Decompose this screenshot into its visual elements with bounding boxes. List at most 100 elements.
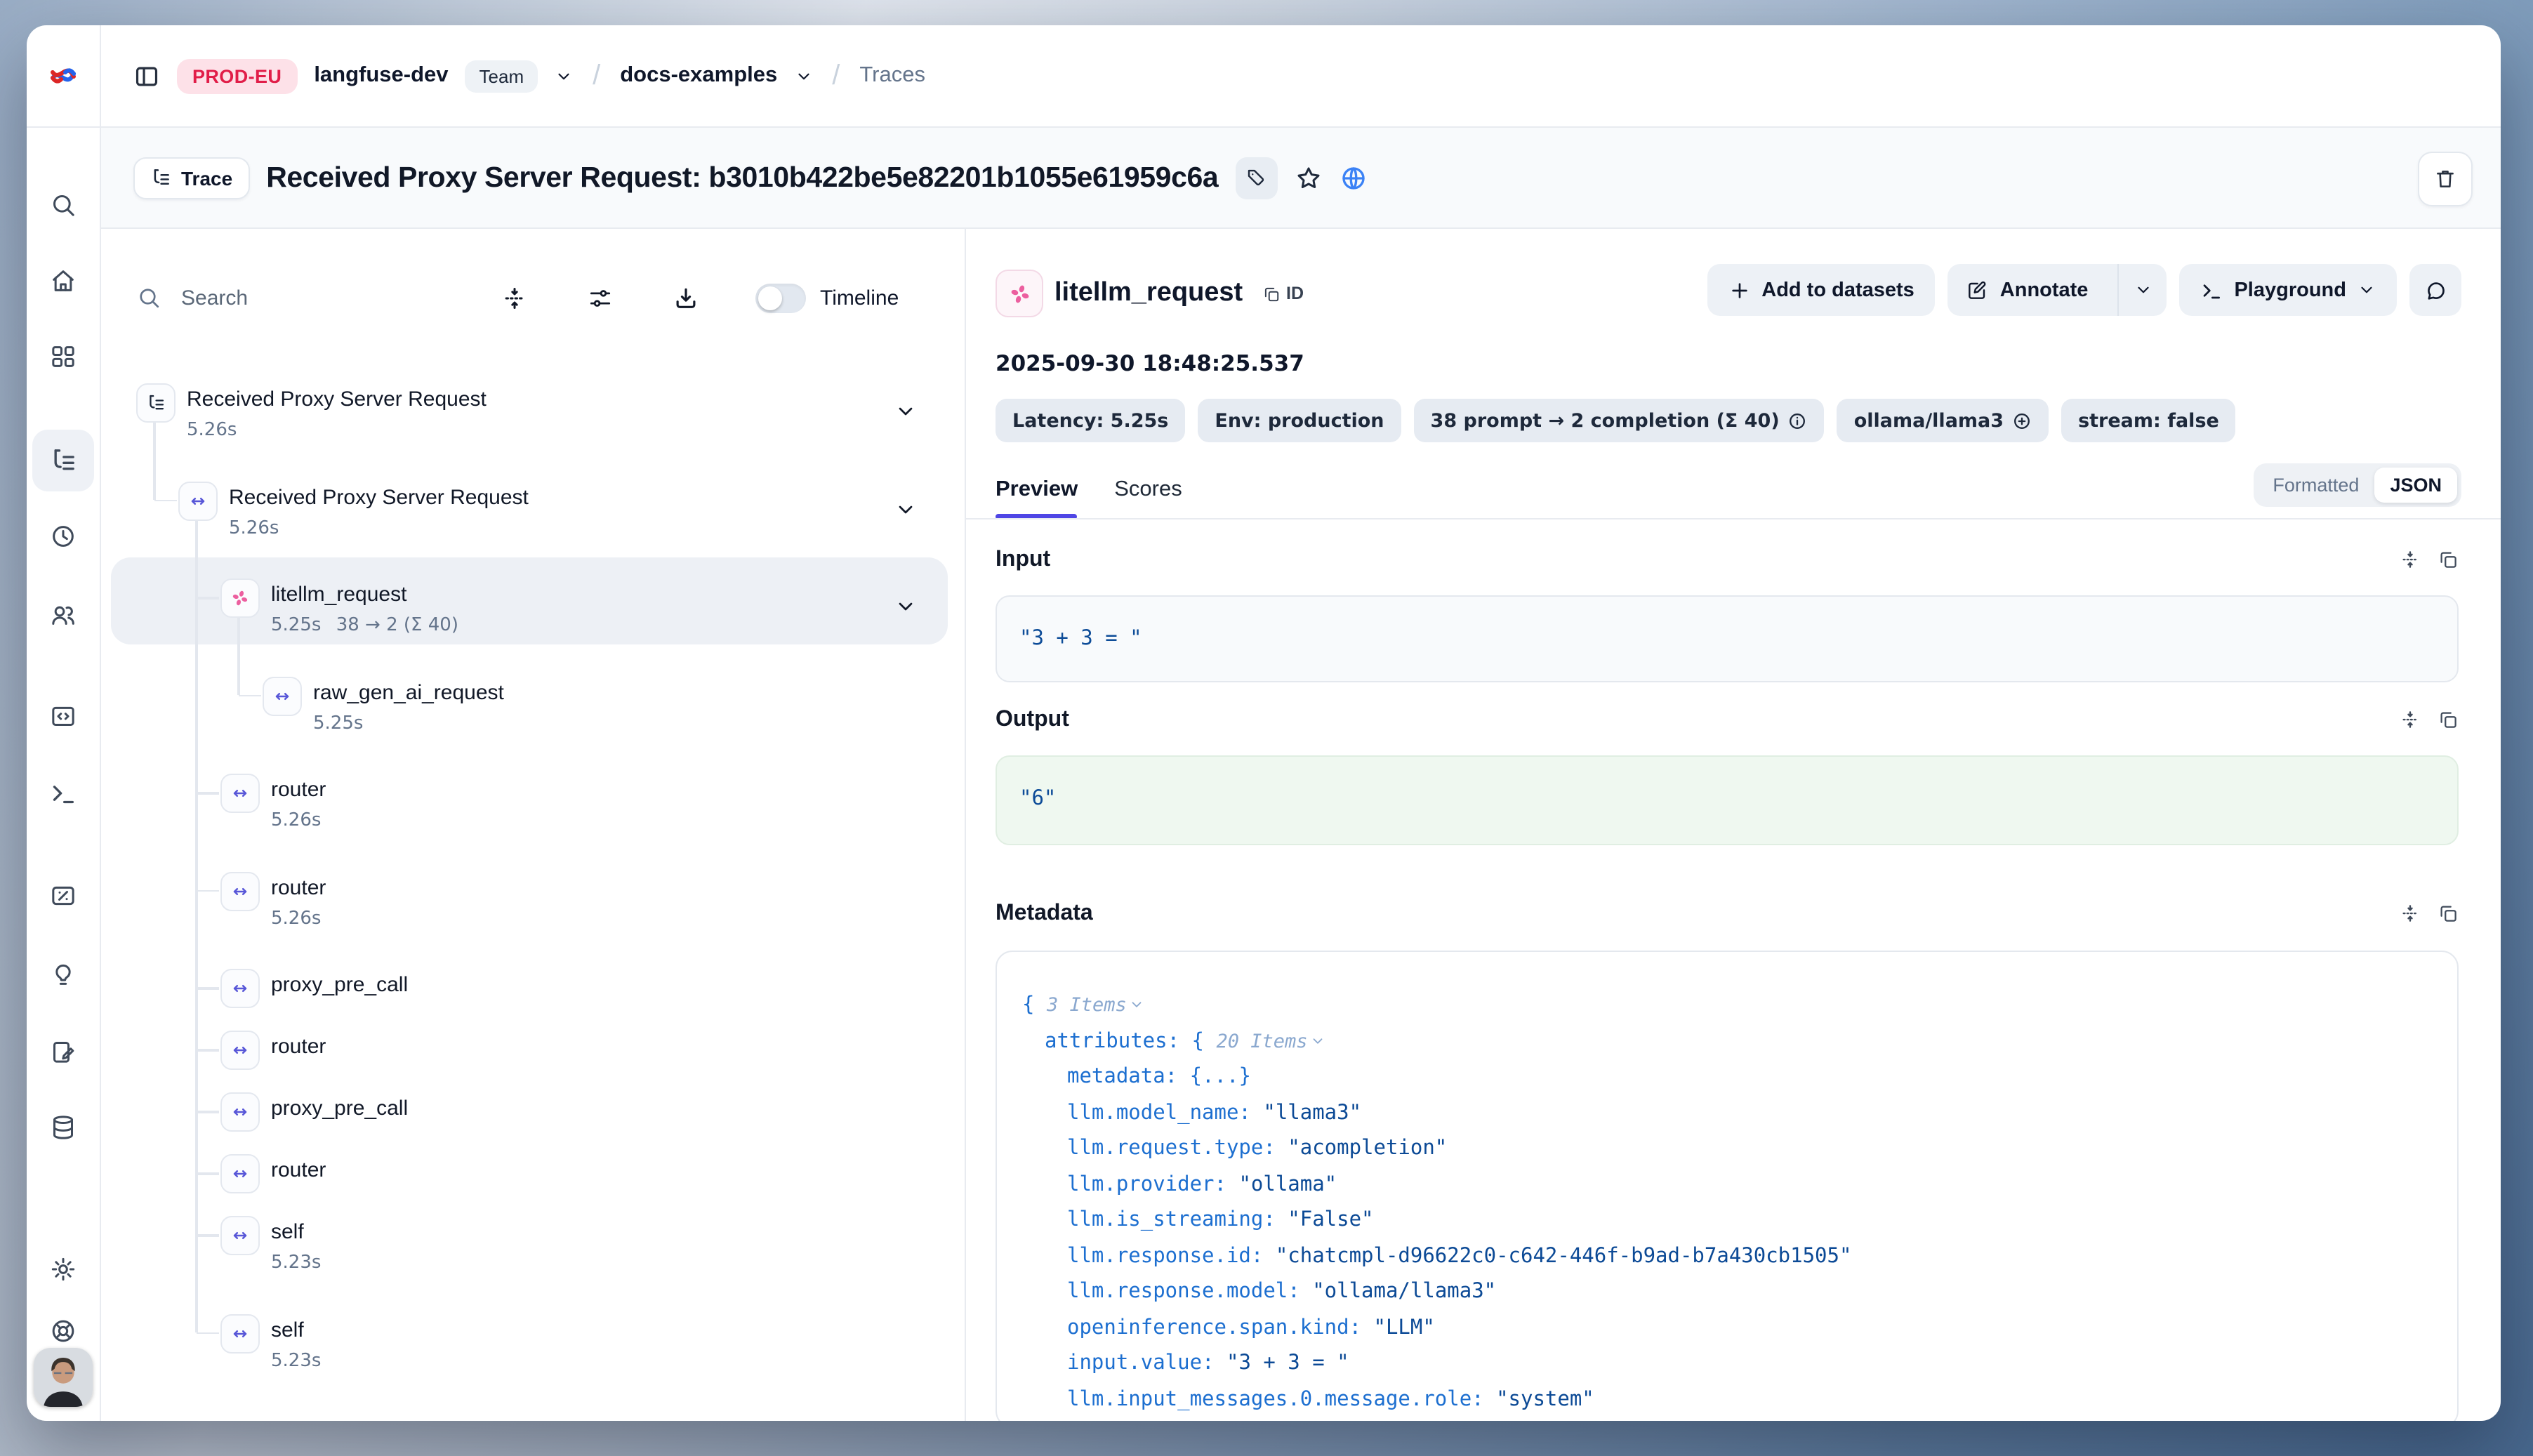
tag-icon [1245,167,1266,188]
collapse-icon[interactable] [2400,903,2421,924]
json-line: llm.input_messages.0.message.content: "Y… [1022,1418,2432,1421]
metric-badge[interactable]: Env: production [1198,399,1401,442]
copy-icon[interactable] [2438,709,2459,730]
metadata-json-viewer[interactable]: { 3 Itemsattributes: { 20 Itemsmetadata:… [996,951,2459,1421]
json-line: llm.response.model: "ollama/llama3" [1022,1275,2432,1311]
tree-item-label[interactable]: router [271,1035,326,1059]
project-name[interactable]: docs-examples [620,63,777,88]
json-brace: { [1022,994,1047,1017]
generation-node-icon [220,578,260,618]
org-name[interactable]: langfuse-dev [314,63,448,88]
tab-scores[interactable]: Scores [1114,477,1182,519]
tree-connector [197,1172,219,1174]
view-settings-icon[interactable] [587,284,614,311]
sidebar-item-prompts-file-code-icon[interactable] [49,702,77,730]
json-collapse-chevron-icon[interactable] [1311,1026,1326,1041]
collapse-icon[interactable] [2400,709,2421,730]
tree-item-label[interactable]: litellm_request [271,583,406,607]
tree-item-label[interactable]: router [271,1158,326,1182]
format-toggle: Formatted JSON [2253,463,2461,507]
pencil-square-icon [1966,279,1989,301]
output-value: "6" [1019,788,1056,810]
annotate-label: Annotate [2000,279,2089,301]
tree-item-label[interactable]: proxy_pre_call [271,1097,408,1120]
json-collapse-chevron-icon[interactable] [1130,990,1145,1005]
json-key: openinference.span.kind: [1067,1316,1374,1339]
tree-item-label[interactable]: raw_gen_ai_request [313,680,504,704]
annotate-button[interactable]: Annotate [1948,264,2167,316]
sidebar-item-support-lifebuoy-icon[interactable] [49,1317,77,1345]
public-globe-icon[interactable] [1339,164,1367,192]
metric-badge[interactable]: 38 prompt → 2 completion (Σ 40) [1414,399,1825,442]
sidebar-item-dashboard-grid-icon[interactable] [49,343,77,371]
tree-item-label[interactable]: self [271,1220,304,1244]
timeline-toggle[interactable] [755,283,806,312]
json-string-value: "chatcmpl-d96622c0-c642-446f-b9ad-b7a430… [1276,1245,1852,1267]
span-node-icon [220,969,260,1008]
sidebar-item-tracing-tree-icon[interactable] [49,446,77,475]
add-to-datasets-label: Add to datasets [1761,279,1914,301]
input-value: "3 + 3 = " [1019,628,1142,650]
playground-button[interactable]: Playground [2179,264,2397,316]
collapse-icon[interactable] [2400,549,2421,570]
span-node-icon [178,481,218,520]
comments-button[interactable] [2409,264,2461,316]
project-chevron-down-icon[interactable] [794,67,812,85]
search-input[interactable] [178,284,366,311]
metric-badge[interactable]: stream: false [2061,399,2236,442]
delete-trace-button[interactable] [2418,152,2473,206]
sidebar-item-search-icon[interactable] [49,191,77,219]
trace-node-icon [136,383,176,423]
add-to-datasets-button[interactable]: Add to datasets [1707,264,1936,316]
tree-item-label[interactable]: Received Proxy Server Request [229,485,529,509]
json-line: input.value: "3 + 3 = " [1022,1346,2432,1382]
metric-badge[interactable]: ollama/llama3 [1837,399,2049,442]
copy-icon[interactable] [2438,549,2459,570]
breadcrumb-section[interactable]: Traces [859,63,925,88]
tree-connector [237,618,239,694]
org-chevron-down-icon[interactable] [555,67,573,85]
breadcrumb-separator: / [590,60,603,92]
tree-item-label[interactable]: proxy_pre_call [271,973,408,997]
tree-item-label[interactable]: router [271,778,326,802]
sidebar-toggle-icon[interactable] [133,62,160,89]
langfuse-logo[interactable] [46,59,80,93]
user-avatar[interactable] [34,1348,93,1407]
span-node-icon [220,871,260,911]
metric-badge[interactable]: Latency: 5.25s [996,399,1185,442]
row-chevron-down-icon[interactable] [894,400,917,423]
collapse-all-icon[interactable] [501,284,528,311]
annotate-dropdown[interactable] [2117,264,2167,316]
generation-chip [996,270,1043,317]
tree-item-label[interactable]: self [271,1318,304,1342]
json-string-value: "3 + 3 = " [1226,1352,1349,1375]
row-chevron-down-icon[interactable] [894,595,917,618]
json-key: llm.request.type: [1067,1137,1288,1160]
sidebar-item-annotation-clipboard-icon[interactable] [49,1038,77,1066]
sidebar-item-datasets-database-icon[interactable] [49,1113,77,1141]
environment-badge[interactable]: PROD-EU [177,58,297,93]
format-option-formatted[interactable]: Formatted [2257,468,2374,503]
org-type-badge: Team [465,60,538,92]
tab-preview[interactable]: Preview [996,477,1078,519]
tag-button[interactable] [1235,157,1277,199]
sidebar-item-evals-percent-icon[interactable] [49,882,77,910]
format-option-json[interactable]: JSON [2374,468,2457,503]
bookmark-star-button[interactable] [1294,164,1322,192]
row-chevron-down-icon[interactable] [894,498,917,520]
sidebar-item-home-icon[interactable] [49,267,77,295]
tree-item-label[interactable]: Received Proxy Server Request [187,388,487,411]
sidebar-item-sessions-clock-icon[interactable] [49,522,77,550]
copy-icon[interactable] [2438,903,2459,924]
tree-connector [239,694,261,696]
tree-item-label[interactable]: router [271,875,326,899]
sidebar-item-users-icon[interactable] [49,601,77,629]
tree-connector [195,520,197,1332]
sidebar-item-playground-terminal-icon[interactable] [49,779,77,807]
sidebar-item-insights-lightbulb-icon[interactable] [49,960,77,988]
copy-id-button[interactable]: ID [1262,284,1304,303]
download-icon[interactable] [673,284,699,311]
input-heading: Input [996,548,1050,573]
sidebar-item-settings-gear-icon[interactable] [49,1255,77,1283]
terminal-icon [2200,279,2223,301]
